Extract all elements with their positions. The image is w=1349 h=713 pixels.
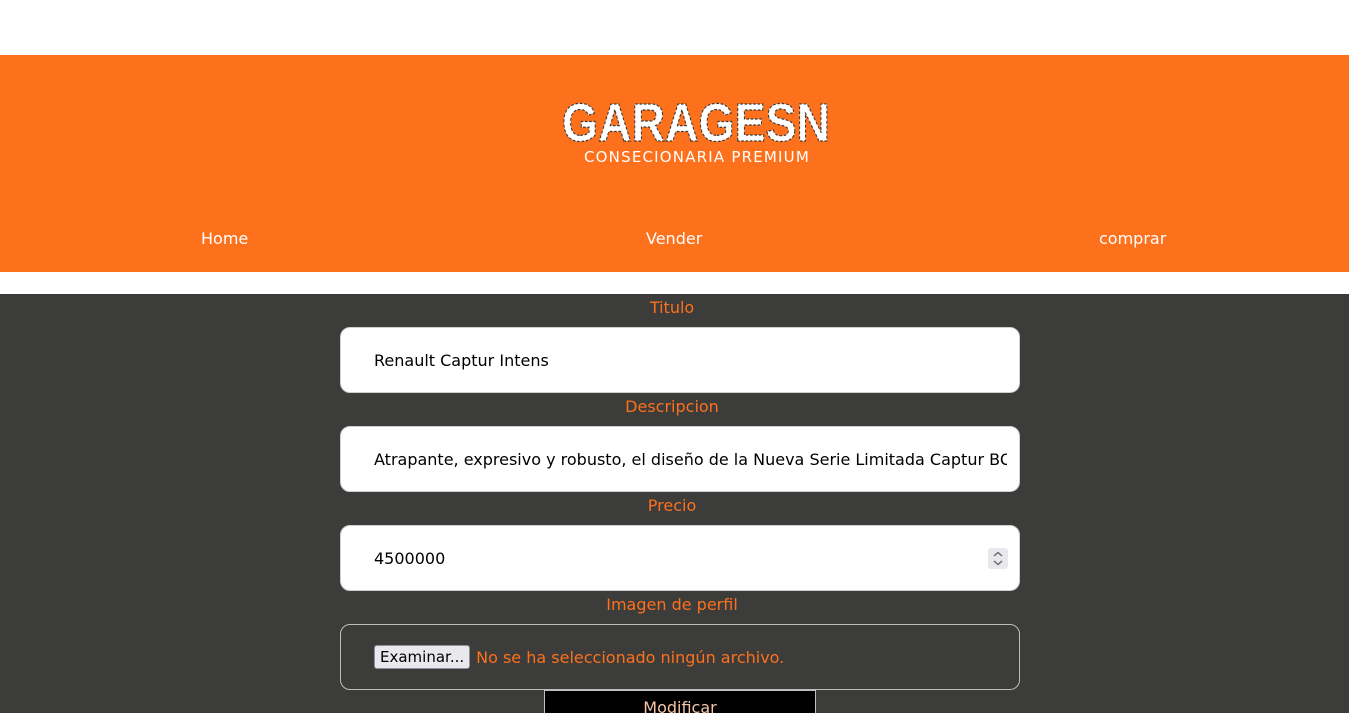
modificar-button[interactable]: Modificar [544, 690, 816, 713]
browse-button[interactable]: Examinar... [374, 645, 471, 669]
nav-comprar-link[interactable]: comprar [1099, 229, 1166, 248]
nav-home-link[interactable]: Home [201, 229, 248, 248]
descripcion-value: Atrapante, expresivo y robusto, el diseñ… [374, 449, 1007, 469]
titulo-value: Renault Captur Intens [374, 350, 549, 370]
number-spinner-icon[interactable] [988, 548, 1008, 569]
precio-input[interactable]: 4500000 [340, 525, 1020, 591]
page: GARAGESN CONSECIONARIA PREMIUM Home Vend… [0, 0, 1349, 713]
file-status-text: No se ha seleccionado ningún archivo. [476, 647, 785, 667]
brand-logo[interactable]: GARAGESN CONSECIONARIA PREMIUM [560, 95, 832, 167]
logo-tagline: CONSECIONARIA PREMIUM [584, 148, 810, 166]
logo-wordmark: GARAGESN [561, 95, 830, 147]
edit-form: Titulo Renault Captur Intens Descripcion… [0, 294, 1349, 713]
imagen-file-input: Examinar... No se ha seleccionado ningún… [340, 624, 1020, 690]
titulo-input[interactable]: Renault Captur Intens [340, 327, 1020, 393]
descripcion-input[interactable]: Atrapante, expresivo y robusto, el diseñ… [340, 426, 1020, 492]
nav-vender-link[interactable]: Vender [646, 229, 702, 248]
precio-label: Precio [647, 496, 697, 515]
titulo-label: Titulo [649, 298, 695, 317]
precio-value: 4500000 [374, 548, 446, 568]
logo-wordmark-text: GARAGESN [562, 95, 830, 147]
imagen-label: Imagen de perfil [606, 595, 738, 614]
descripcion-label: Descripcion [625, 397, 719, 416]
site-header: GARAGESN CONSECIONARIA PREMIUM Home Vend… [0, 55, 1349, 272]
